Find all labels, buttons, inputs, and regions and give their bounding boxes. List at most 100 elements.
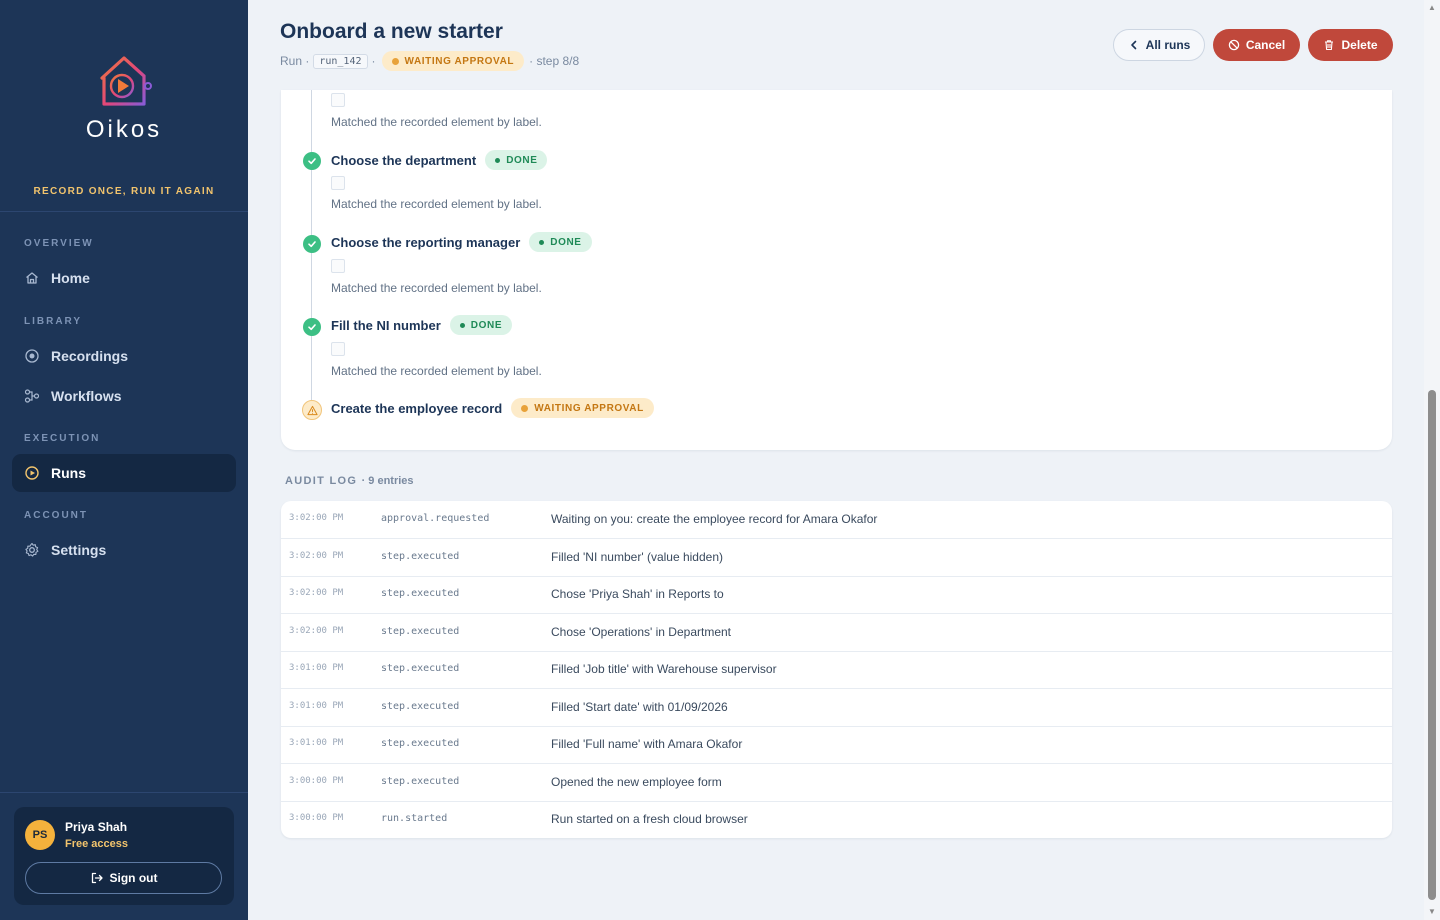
sidebar-item-recordings[interactable]: Recordings — [12, 337, 236, 375]
status-dot — [495, 157, 501, 163]
log-message: Chose 'Operations' in Department — [551, 624, 732, 639]
log-message: Opened the new employee form — [551, 774, 722, 789]
run-meta: Run · run_142 · WAITING APPROVAL · step … — [280, 51, 579, 71]
sign-out-icon — [91, 872, 103, 884]
sidebar-divider — [0, 792, 248, 793]
nav-section-library: LIBRARY — [24, 316, 83, 327]
scroll-down-arrow-icon[interactable]: ▼ — [1427, 907, 1437, 917]
step-screenshot-thumbnail[interactable] — [331, 259, 345, 273]
step-title: Choose the department — [331, 152, 477, 168]
log-event: step.executed — [381, 550, 460, 562]
step-screenshot-thumbnail[interactable] — [331, 176, 345, 190]
table-row: 3:02:00 PM step.executed Filled 'NI number… — [281, 539, 1392, 577]
sidebar-item-workflows[interactable]: Workflows — [12, 377, 236, 415]
user-name: Priya Shah — [65, 820, 128, 834]
log-time: 3:02:00 PM — [289, 625, 344, 636]
play-circle-icon — [25, 466, 39, 480]
delete-button[interactable]: Delete — [1308, 29, 1393, 61]
status-label: DONE — [506, 154, 538, 166]
run-prefix: Run · — [280, 54, 310, 68]
check-icon — [303, 152, 321, 170]
sign-out-button[interactable]: Sign out — [25, 862, 222, 894]
brand-name: Oikos — [85, 116, 163, 143]
status-label: DONE — [550, 236, 582, 248]
workflow-icon — [24, 389, 40, 403]
step-title: Create the employee record — [331, 400, 503, 416]
user-plan: Free access — [65, 838, 128, 850]
log-message: Filled 'Job title' with Warehouse superv… — [551, 662, 777, 676]
step-progress: · step 8/8 — [529, 54, 580, 68]
log-message: Filled 'Full name' with Amara Okafor — [551, 737, 743, 751]
status-dot — [459, 322, 465, 328]
table-row: 3:01:00 PM step.executed Filled 'Start dat… — [281, 689, 1392, 727]
step-note: Matched the recorded element by label. — [331, 281, 542, 295]
nav-section-execution: EXECUTION — [24, 433, 101, 444]
log-time: 3:00:00 PM — [289, 813, 344, 823]
nav-section-account: ACCOUNT — [24, 510, 88, 521]
sidebar-item-settings[interactable]: Settings — [12, 531, 236, 569]
scrollbar-thumb[interactable] — [1428, 390, 1436, 900]
steps-timeline: Matched the recorded element by label. C… — [281, 90, 1392, 450]
log-message: Chose 'Priya Shah' in Reports to — [551, 587, 724, 601]
page-header: Onboard a new starter Run · run_142 · WA… — [248, 0, 1424, 90]
status-label: WAITING APPROVAL — [534, 402, 644, 414]
step-item[interactable]: Choose the reporting manager DONE — [331, 232, 592, 252]
step-item[interactable]: Fill the NI number DONE — [331, 315, 513, 335]
step-screenshot-thumbnail[interactable] — [331, 342, 345, 356]
status-badge: WAITING APPROVAL — [381, 51, 525, 71]
check-icon — [303, 318, 321, 336]
cancel-button[interactable]: Cancel — [1213, 29, 1300, 61]
page-scrollbar[interactable]: ▲ ▼ — [1424, 0, 1440, 920]
sidebar-item-home[interactable]: Home — [12, 259, 236, 297]
brand: Oikos RECORD ONCE, RUN IT AGAIN — [0, 0, 248, 212]
status-badge: WAITING APPROVAL — [511, 398, 654, 418]
warning-icon — [302, 400, 322, 420]
log-time: 3:02:00 PM — [289, 513, 344, 523]
log-time: 3:01:00 PM — [289, 663, 344, 673]
step-note: Matched the recorded element by label. — [331, 197, 542, 211]
table-row: 3:00:00 PM run.started Run started on a fr… — [281, 801, 1392, 838]
log-event: step.executed — [381, 775, 460, 787]
log-event: step.executed — [381, 700, 460, 712]
log-message: Filled 'Start date' with 01/09/2026 — [551, 699, 728, 714]
cancel-label: Cancel — [1245, 38, 1286, 52]
step-title: Choose the reporting manager — [331, 234, 521, 250]
sidebar-item-label: Home — [51, 270, 90, 286]
log-event: step.executed — [381, 663, 460, 674]
home-icon — [26, 272, 38, 284]
audit-log-count: · 9 entries — [361, 475, 414, 487]
record-icon — [25, 349, 39, 363]
log-message: Filled 'NI number' (value hidden) — [551, 549, 723, 564]
step-item[interactable]: Choose the department DONE — [331, 150, 548, 170]
sidebar-item-label: Workflows — [51, 388, 122, 404]
status-label: DONE — [470, 319, 503, 331]
sign-out-label: Sign out — [109, 871, 158, 885]
audit-log-table: 3:02:00 PM approval.requested Waiting on y… — [281, 501, 1392, 838]
trash-icon — [1325, 40, 1334, 51]
scroll-up-arrow-icon[interactable]: ▲ — [1427, 3, 1437, 13]
run-id: run_142 — [313, 53, 368, 69]
log-event: run.started — [381, 813, 448, 824]
log-event: approval.requested — [381, 513, 490, 524]
audit-log-heading: AUDIT LOG · 9 entries — [285, 475, 414, 487]
oikos-logo-icon — [100, 56, 152, 106]
step-note: Matched the recorded element by label. — [331, 115, 542, 129]
ban-icon — [1228, 39, 1240, 51]
status-badge: DONE — [529, 232, 592, 252]
audit-log-title: AUDIT LOG — [285, 475, 358, 487]
sidebar-item-label: Recordings — [51, 348, 129, 364]
tagline: RECORD ONCE, RUN IT AGAIN — [33, 186, 215, 197]
page-title: Onboard a new starter — [280, 20, 503, 43]
step-screenshot-thumbnail[interactable] — [331, 93, 345, 107]
status-dot — [539, 239, 545, 245]
table-row: 3:01:00 PM step.executed Filled 'Full name… — [281, 726, 1392, 764]
step-item[interactable]: Create the employee record WAITING APPRO… — [331, 398, 654, 418]
step-title: Fill the NI number — [331, 317, 441, 333]
sidebar: Oikos RECORD ONCE, RUN IT AGAIN OVERVIEW… — [0, 0, 248, 920]
sidebar-item-runs[interactable]: Runs — [12, 454, 236, 492]
all-runs-button[interactable]: All runs — [1113, 29, 1205, 61]
status-dot — [521, 404, 529, 412]
log-time: 3:00:00 PM — [289, 775, 344, 786]
delete-label: Delete — [1341, 38, 1378, 52]
user-card: PS Priya Shah Free access Sign out — [14, 807, 234, 905]
